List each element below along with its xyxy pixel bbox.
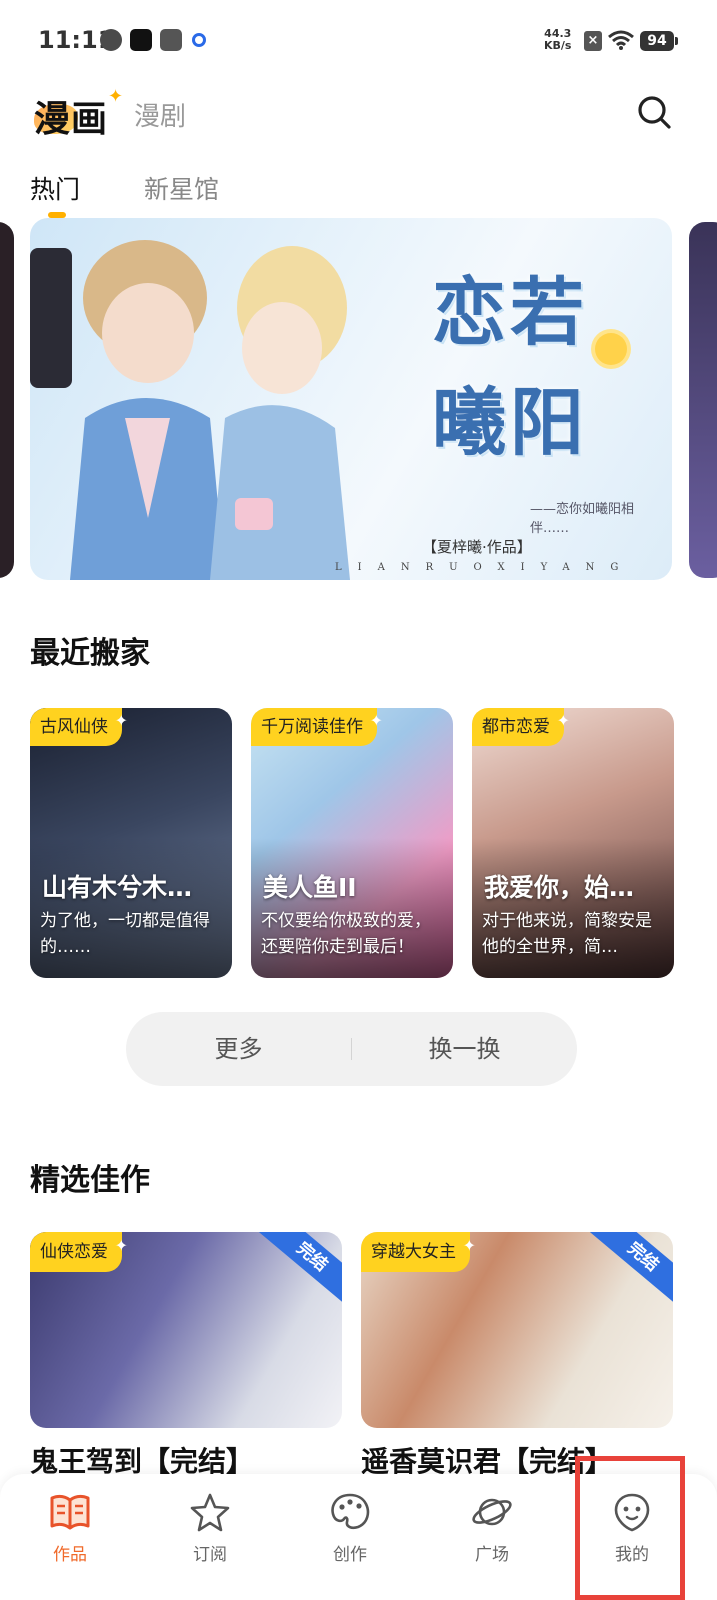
no-sim-icon: ×	[584, 31, 602, 51]
network-speed: 44.3 KB/s	[544, 27, 572, 52]
more-button[interactable]: 更多	[126, 1012, 351, 1086]
card-description: 不仅要给你极致的爱，还要陪你走到最后！	[261, 911, 431, 957]
genre-tag: 仙侠恋爱	[30, 1232, 128, 1272]
nav-create[interactable]: 创作	[300, 1492, 400, 1592]
nav-label: 订阅	[193, 1545, 227, 1565]
section-title-featured: 精选佳作	[30, 1163, 150, 1198]
genre-tag: 穿越大女主	[361, 1232, 476, 1272]
search-icon[interactable]	[636, 94, 672, 130]
completed-badge: 完结	[587, 1232, 673, 1308]
recent-card[interactable]: 千万阅读佳作 美人鱼II 不仅要给你极致的爱，还要陪你走到最后！	[251, 708, 453, 978]
sparkle-icon: ✦	[108, 86, 124, 107]
section-title-recent: 最近搬家	[30, 636, 150, 671]
nav-label: 广场	[475, 1545, 509, 1565]
banner-characters-art	[30, 240, 350, 580]
nav-works[interactable]: 作品	[20, 1492, 120, 1592]
featured-card[interactable]: 穿越大女主 完结	[361, 1232, 673, 1428]
banner-author: 【夏梓曦·作品】	[422, 538, 532, 556]
browser-icon	[192, 33, 206, 47]
highlight-box	[575, 1456, 685, 1600]
nav-square[interactable]: 广场	[442, 1492, 542, 1592]
tab-short-drama[interactable]: 漫剧	[134, 96, 186, 133]
banner-latin-title: LIANRUOXIYANG	[335, 562, 635, 573]
card-title: 美人鱼II	[263, 873, 357, 902]
genre-tag: 都市恋爱	[472, 708, 570, 746]
app-notification-icon	[100, 29, 122, 51]
featured-banner[interactable]: 恋若 曦阳 ——恋你如曦阳相伴…… 【夏梓曦·作品】 LIANRUOXIYANG	[30, 218, 672, 580]
palette-icon	[331, 1493, 370, 1530]
recent-actions: 更多 换一换	[126, 1012, 577, 1086]
genre-tag: 古风仙侠	[30, 708, 128, 746]
nav-subscribe[interactable]: 订阅	[160, 1492, 260, 1592]
banner-title: 恋若 曦阳	[432, 270, 588, 466]
status-bar: 11:11 44.3 KB/s × 94	[0, 0, 717, 84]
genre-tag: 千万阅读佳作	[251, 708, 383, 746]
completed-badge: 完结	[256, 1232, 342, 1308]
card-title: 山有木兮木…	[42, 873, 193, 902]
brand-tab-comics[interactable]: 漫画 ✦	[34, 86, 124, 140]
banner-subtitle: ——恋你如曦阳相伴……	[530, 502, 635, 536]
recent-card[interactable]: 都市恋爱 我爱你，始… 对于他来说，简黎安是他的全世界，简…	[472, 708, 674, 978]
message-icon	[160, 29, 182, 51]
star-icon	[190, 1493, 230, 1532]
tab-new-star[interactable]: 新星馆	[144, 170, 219, 206]
tiktok-icon	[130, 29, 152, 51]
card-description: 对于他来说，简黎安是他的全世界，简…	[482, 911, 652, 957]
refresh-button[interactable]: 换一换	[352, 1012, 577, 1086]
book-icon	[50, 1494, 90, 1530]
battery-indicator: 94	[640, 31, 678, 51]
nav-label: 作品	[53, 1545, 87, 1565]
featured-card[interactable]: 仙侠恋爱 完结	[30, 1232, 342, 1428]
banner-prev-peek[interactable]	[0, 222, 14, 578]
brand-title: 漫画	[34, 99, 109, 140]
banner-next-peek[interactable]	[689, 222, 717, 578]
recent-card[interactable]: 古风仙侠 山有木兮木… 为了他，一切都是值得的……	[30, 708, 232, 978]
planet-icon	[472, 1498, 512, 1526]
tab-hot[interactable]: 热门	[30, 170, 80, 206]
nav-label: 创作	[333, 1545, 367, 1565]
card-title: 我爱你，始…	[484, 873, 635, 902]
card-description: 为了他，一切都是值得的……	[40, 911, 210, 957]
wifi-icon	[608, 30, 634, 50]
